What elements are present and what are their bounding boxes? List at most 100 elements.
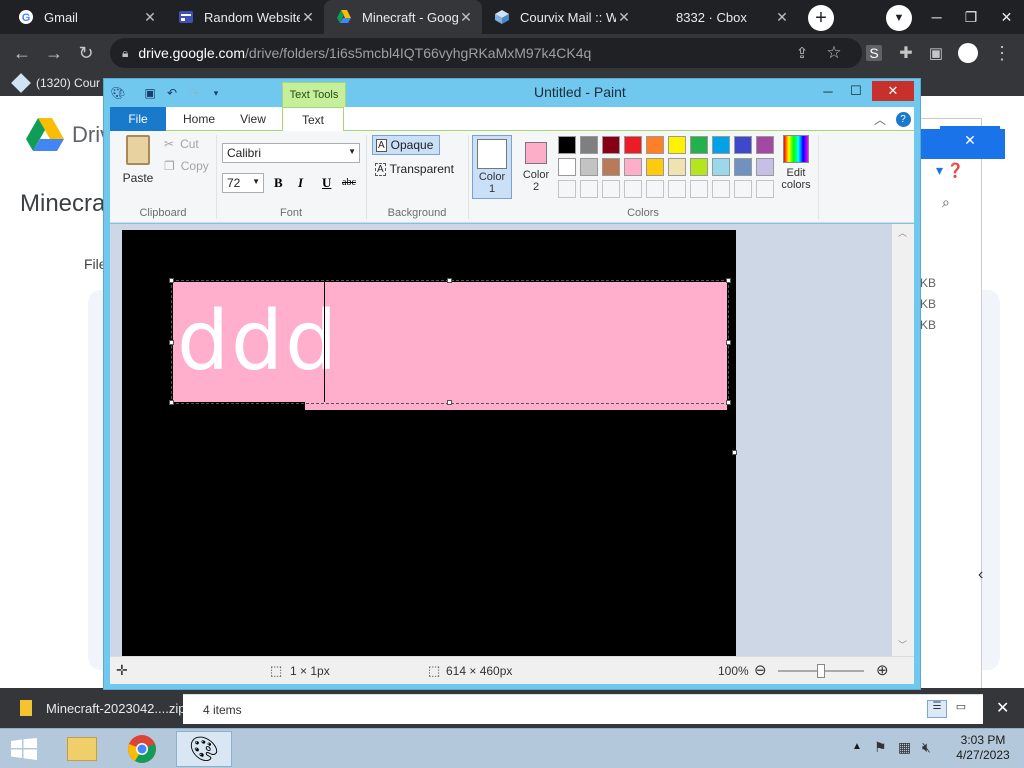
palette-custom-slot[interactable] <box>558 180 576 198</box>
resize-handle[interactable] <box>726 400 731 405</box>
close-icon[interactable]: ✕ <box>872 81 914 101</box>
zoom-in-icon[interactable]: ⊕ <box>876 661 889 679</box>
maximize-icon[interactable]: ☐ <box>844 81 868 101</box>
palette-custom-slot[interactable] <box>734 180 752 198</box>
palette-custom-slot[interactable] <box>602 180 620 198</box>
bold-button[interactable]: B <box>274 175 283 191</box>
cut-button[interactable]: ✂︎ Cut <box>164 137 199 151</box>
close-icon[interactable]: ✕ <box>616 9 632 26</box>
palette-color-swatch[interactable] <box>668 158 686 176</box>
palette-color-swatch[interactable] <box>734 158 752 176</box>
palette-color-swatch[interactable] <box>624 158 642 176</box>
close-icon[interactable]: ✕ <box>458 9 474 26</box>
tab-gmail[interactable]: G Gmail ✕ <box>6 0 166 34</box>
scroll-down-icon[interactable]: ﹀ <box>898 638 907 651</box>
action-center-icon[interactable]: ⚑ <box>874 739 887 756</box>
close-download-bar-icon[interactable]: ✕ <box>996 688 1009 728</box>
opaque-button[interactable]: A Opaque <box>372 135 440 155</box>
palette-custom-slot[interactable] <box>624 180 642 198</box>
restore-icon[interactable]: ❐ <box>965 9 978 26</box>
zoom-out-icon[interactable]: ⊖ <box>754 661 767 679</box>
save-icon[interactable]: ▣ <box>142 85 158 101</box>
tab-view[interactable]: View <box>228 107 278 131</box>
close-icon[interactable]: ✕ <box>774 9 790 26</box>
close-icon[interactable]: ✕ <box>300 9 316 26</box>
palette-color-swatch[interactable] <box>580 136 598 154</box>
tab-random-website[interactable]: Random Website ✕ <box>166 0 324 34</box>
palette-color-swatch[interactable] <box>712 158 730 176</box>
vertical-scrollbar[interactable]: ︿ ﹀ <box>892 224 914 656</box>
palette-color-swatch[interactable] <box>734 136 752 154</box>
close-window-icon[interactable]: ✕ <box>1001 9 1013 26</box>
file-explorer-taskbar-button[interactable] <box>54 731 110 767</box>
palette-custom-slot[interactable] <box>646 180 664 198</box>
help-icon[interactable]: ? <box>894 107 912 131</box>
clock[interactable]: 3:03 PM 4/27/2023 <box>948 733 1018 763</box>
minimize-ribbon-icon[interactable]: ︿ <box>872 107 888 131</box>
resize-handle[interactable] <box>726 340 731 345</box>
resize-handle[interactable] <box>169 400 174 405</box>
palette-custom-slot[interactable] <box>668 180 686 198</box>
minimize-icon[interactable]: ─ <box>932 9 942 25</box>
close-icon[interactable]: ✕ <box>940 126 1000 154</box>
palette-color-swatch[interactable] <box>668 136 686 154</box>
volume-muted-icon[interactable]: 🔇︎ <box>922 739 931 756</box>
palette-color-swatch[interactable] <box>690 136 708 154</box>
resize-handle[interactable] <box>447 400 452 405</box>
tab-courvix-mail[interactable]: Courvix Mail :: Welcome ✕ <box>482 0 640 34</box>
transparent-button[interactable]: A Transparent <box>372 159 454 179</box>
palette-color-swatch[interactable] <box>712 136 730 154</box>
palette-color-swatch[interactable] <box>646 136 664 154</box>
show-hidden-icons[interactable]: ▲ <box>852 741 862 752</box>
bookmark-item[interactable]: (1320) Cour <box>11 73 100 93</box>
zoom-slider[interactable] <box>778 664 864 678</box>
help-icon[interactable]: ▾ ❓ <box>936 162 964 179</box>
palette-color-swatch[interactable] <box>756 158 774 176</box>
font-family-select[interactable]: Calibri ▼ <box>222 143 360 163</box>
chrome-taskbar-button[interactable] <box>114 731 170 767</box>
zoom-slider-thumb[interactable] <box>817 664 825 678</box>
palette-color-swatch[interactable] <box>756 136 774 154</box>
palette-custom-slot[interactable] <box>712 180 730 198</box>
palette-color-swatch[interactable] <box>580 158 598 176</box>
font-size-select[interactable]: 72 ▼ <box>222 173 264 193</box>
canvas-resize-handle[interactable] <box>732 450 737 455</box>
thumbnail-view-icon[interactable]: ▭ <box>951 700 971 718</box>
minimize-icon[interactable]: ─ <box>816 81 840 101</box>
back-icon[interactable]: ← <box>8 34 36 72</box>
resize-handle[interactable] <box>169 340 174 345</box>
color1-button[interactable]: Color 1 <box>472 135 512 199</box>
profile-icon[interactable] <box>954 34 982 72</box>
palette-custom-slot[interactable] <box>580 180 598 198</box>
forward-icon[interactable]: → <box>40 34 68 72</box>
undo-icon[interactable]: ↶ <box>164 85 180 101</box>
paste-button[interactable]: Paste <box>118 135 158 191</box>
resize-handle[interactable] <box>169 278 174 283</box>
palette-color-swatch[interactable] <box>558 136 576 154</box>
strikethrough-button[interactable]: abc <box>342 177 356 188</box>
download-item[interactable]: Minecraft-2023042....zip <box>20 688 185 728</box>
text-box[interactable]: ddd <box>169 278 731 410</box>
copy-button[interactable]: ❐ Copy <box>164 159 209 173</box>
resize-handle[interactable] <box>726 278 731 283</box>
menu-icon[interactable]: ⋮ <box>988 34 1016 72</box>
customize-toolbar-icon[interactable]: ▾ <box>208 85 224 101</box>
palette-color-swatch[interactable] <box>690 158 708 176</box>
underline-button[interactable]: U <box>322 175 331 191</box>
details-view-icon[interactable]: ☰ <box>927 700 947 718</box>
tab-home[interactable]: Home <box>172 107 226 131</box>
tab-minecraft-drive[interactable]: Minecraft - Google Drive ✕ <box>324 0 482 34</box>
tab-search-button[interactable]: ▼ <box>886 5 912 31</box>
palette-color-swatch[interactable] <box>602 136 620 154</box>
puzzle-icon[interactable]: ✚ <box>892 34 920 72</box>
color2-button[interactable]: Color 2 <box>516 135 556 199</box>
palette-color-swatch[interactable] <box>558 158 576 176</box>
search-icon[interactable]: ⌕ <box>942 194 950 211</box>
side-panel-icon[interactable]: ▣ <box>922 34 950 72</box>
tab-file[interactable]: File <box>110 107 166 131</box>
extension-s-icon[interactable]: S <box>860 34 888 72</box>
chevron-left-icon[interactable]: ‹ <box>978 566 983 584</box>
share-icon[interactable]: ⇪ <box>788 34 816 72</box>
edit-colors-button[interactable]: Edit colors <box>778 135 814 199</box>
palette-custom-slot[interactable] <box>690 180 708 198</box>
